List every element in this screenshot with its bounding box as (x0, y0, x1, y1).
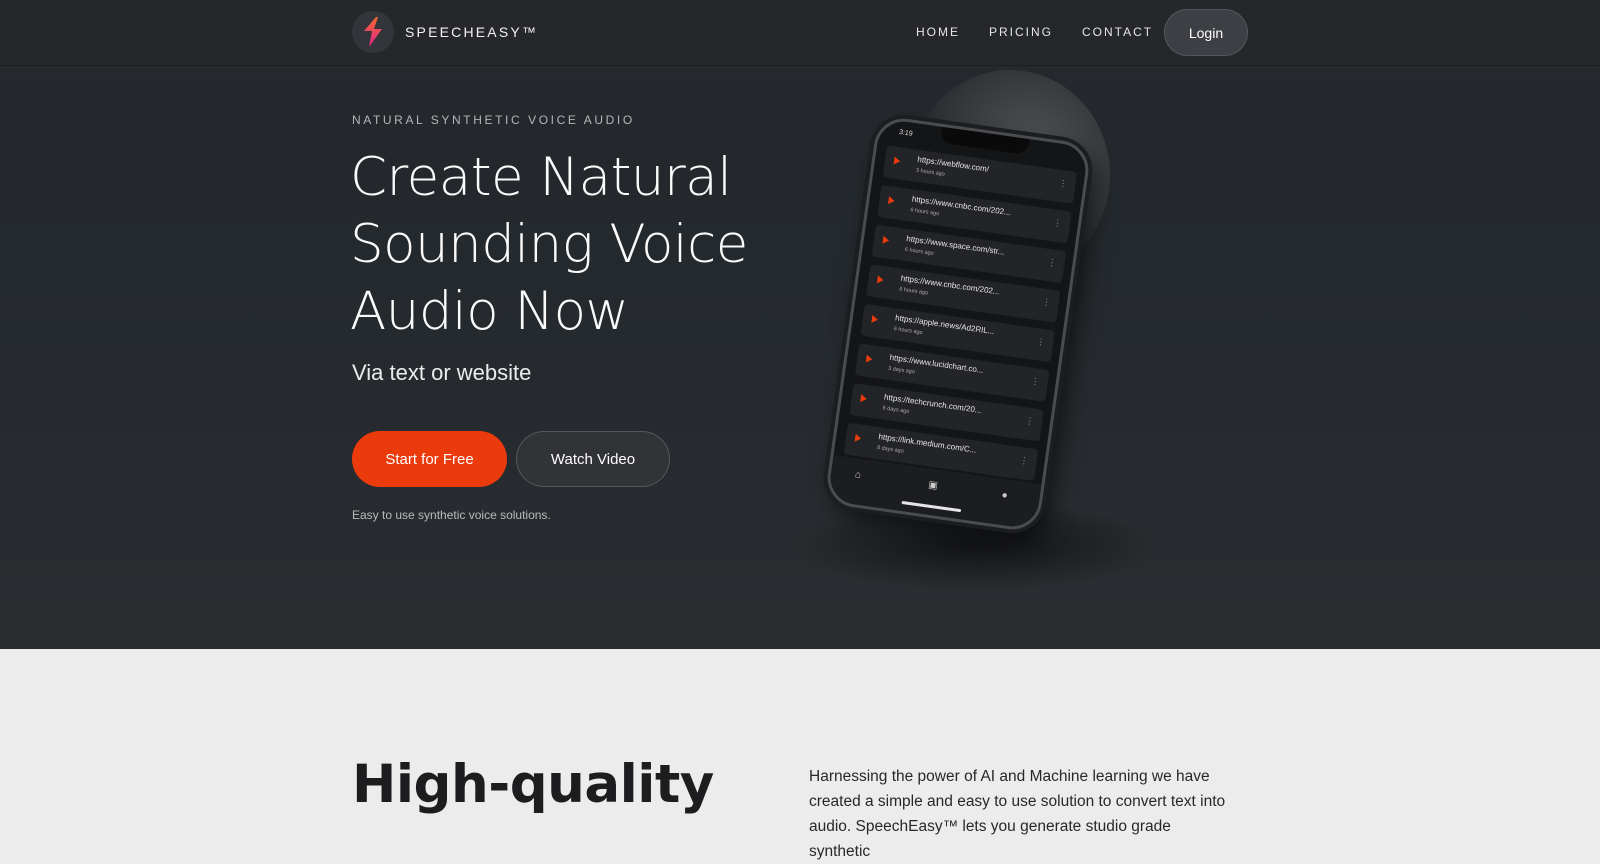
phone-screen: 3:19 https://webflow.com/ 3 hours ago ⋮ … (823, 114, 1093, 534)
profile-icon[interactable]: ● (1001, 490, 1012, 502)
more-dots-icon[interactable]: ⋮ (1036, 336, 1046, 347)
more-dots-icon[interactable]: ⋮ (1025, 415, 1035, 426)
nav-link-contact[interactable]: CONTACT (1082, 25, 1153, 39)
play-icon[interactable] (888, 196, 896, 205)
list-item-time: 6 hours ago (898, 286, 929, 297)
more-dots-icon[interactable]: ⋮ (1058, 178, 1068, 189)
hero-subheadline: Via text or website (352, 360, 532, 385)
hero-headline-line-3: Audio Now (350, 281, 629, 342)
list-item-time: 6 hours ago (909, 207, 940, 218)
nav-links: HOME PRICING CONTACT (916, 25, 1182, 39)
home-icon[interactable]: ⌂ (854, 469, 865, 481)
features-heading: High-quality (352, 754, 714, 815)
brand-name: SPEECHEASY™ (405, 24, 539, 40)
more-dots-icon[interactable]: ⋮ (1052, 217, 1062, 228)
list-item-time: 6 days ago (882, 405, 910, 416)
play-icon[interactable] (893, 156, 901, 166)
list-item-time: 6 hours ago (904, 246, 934, 257)
more-dots-icon[interactable]: ⋮ (1047, 257, 1057, 268)
top-nav: SPEECHEASY™ HOME PRICING CONTACT Login (0, 0, 1600, 66)
logo-bolt-icon (352, 11, 394, 53)
nav-link-home[interactable]: HOME (916, 25, 960, 39)
login-button[interactable]: Login (1164, 9, 1248, 56)
list-item-time: 3 days ago (887, 365, 916, 376)
hero-headline-line-2: Sounding Voice (350, 214, 748, 275)
play-icon[interactable] (854, 433, 862, 443)
play-icon[interactable] (860, 394, 868, 403)
brand[interactable]: SPEECHEASY™ (352, 11, 538, 53)
play-icon[interactable] (882, 235, 890, 245)
features-paragraph: Harnessing the power of AI and Machine l… (809, 768, 1226, 860)
more-dots-icon[interactable]: ⋮ (1019, 455, 1029, 466)
more-dots-icon[interactable]: ⋮ (1030, 376, 1040, 387)
nav-link-pricing[interactable]: PRICING (989, 25, 1053, 39)
play-icon[interactable] (876, 275, 884, 285)
list-item-time: 8 days ago (876, 444, 905, 455)
list-item-time: 3 hours ago (915, 167, 946, 178)
hero-section: SPEECHEASY™ HOME PRICING CONTACT Login N… (0, 0, 1600, 649)
play-icon[interactable] (871, 315, 879, 324)
start-for-free-button[interactable]: Start for Free (352, 431, 507, 487)
hero-headline-line-1: Create Natural (350, 147, 732, 208)
library-icon[interactable]: ▣ (928, 479, 939, 491)
hero-tagline: Easy to use synthetic voice solutions. (352, 508, 551, 522)
play-icon[interactable] (865, 354, 873, 364)
more-dots-icon[interactable]: ⋮ (1041, 297, 1051, 308)
watch-video-button[interactable]: Watch Video (516, 431, 670, 487)
hero-eyebrow: NATURAL SYNTHETIC VOICE AUDIO (352, 113, 635, 127)
list-item-time: 6 hours ago (893, 326, 923, 337)
hero-headline: Create Natural Sounding Voice Audio Now (350, 144, 770, 345)
home-indicator (901, 500, 962, 513)
features-section: High-quality Harnessing the power of AI … (0, 649, 1600, 860)
phone-mockup: 3:19 https://webflow.com/ 3 hours ago ⋮ … (790, 70, 1160, 590)
phone-status-time: 3:19 (898, 128, 914, 138)
